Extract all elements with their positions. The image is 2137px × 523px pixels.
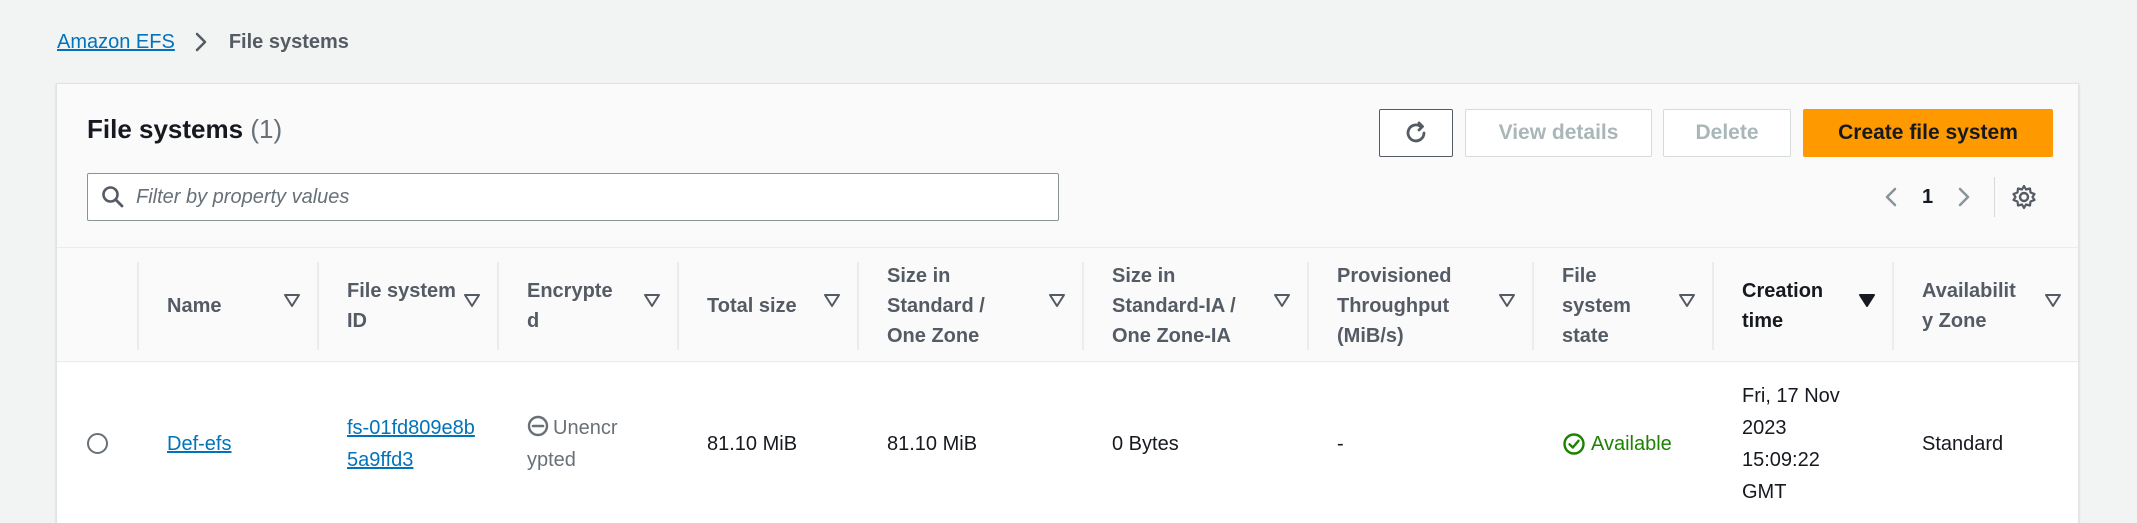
panel-title-count: (1) <box>250 114 283 144</box>
panel-title: File systems (1) <box>87 114 282 145</box>
sort-caret-icon <box>1274 294 1290 307</box>
sort-caret-icon <box>644 294 660 307</box>
cell-encrypted: Unencrypted <box>497 363 677 523</box>
cell-name: Def-efs <box>137 363 317 523</box>
column-divider <box>1532 262 1534 350</box>
breadcrumb-amazon-efs-link[interactable]: Amazon EFS <box>57 31 175 54</box>
cell-size-standard: 81.10 MiB <box>887 432 978 455</box>
row-select-cell <box>57 363 137 523</box>
column-divider <box>1307 262 1309 350</box>
column-header-total-size[interactable]: Total size <box>677 248 857 363</box>
pagination: 1 <box>1877 177 2039 217</box>
status-badge: Available <box>1532 428 1672 460</box>
cell-provisioned-throughput: - <box>1337 432 1344 455</box>
sort-caret-icon <box>284 294 300 307</box>
column-divider <box>317 262 319 350</box>
column-header-name[interactable]: Name <box>137 248 317 363</box>
column-divider <box>497 262 499 350</box>
cell-creation-time: Fri, 17 Nov 2023 15:09:22 GMT <box>1742 384 1840 503</box>
view-details-button[interactable]: View details <box>1465 109 1652 157</box>
refresh-icon <box>1406 121 1426 143</box>
cell-file-system-id: fs-01fd809e8b5a9ffd3 <box>317 363 497 523</box>
cell-file-system-state: Available <box>1532 363 1712 523</box>
sort-caret-icon <box>1049 294 1065 307</box>
delete-button[interactable]: Delete <box>1663 109 1791 157</box>
sort-descending-icon <box>1859 294 1875 307</box>
column-divider <box>137 262 139 350</box>
column-header-provisioned-throughput[interactable]: Provisioned Throughput (MiB/s) <box>1307 248 1532 363</box>
cell-size-ia: 0 Bytes <box>1112 432 1179 455</box>
sort-caret-icon <box>1679 294 1695 307</box>
filter-input[interactable] <box>136 185 1058 209</box>
column-header-file-system-id[interactable]: File system ID <box>317 248 497 363</box>
cell-availability-zone: Standard <box>1922 432 2004 455</box>
sort-caret-icon <box>2045 294 2061 307</box>
column-header-file-system-state[interactable]: File system state <box>1532 248 1712 363</box>
panel-header: File systems (1) View details Delete Cre… <box>57 84 2078 247</box>
sort-caret-icon <box>824 294 840 307</box>
breadcrumb-current: File systems <box>228 30 349 53</box>
column-header-size-ia[interactable]: Size in Standard-IA / One Zone-IA <box>1082 248 1307 363</box>
gear-icon[interactable] <box>2009 182 2039 212</box>
column-header-encrypted[interactable]: Encrypted <box>497 248 677 363</box>
filter-search-box <box>87 173 1059 221</box>
row-select-radio[interactable] <box>87 433 108 454</box>
table-row[interactable]: Def-efs fs-01fd809e8b5a9ffd3 Unencrypted… <box>57 363 2078 523</box>
create-file-system-button[interactable]: Create file system <box>1803 109 2053 157</box>
file-system-id-link[interactable]: fs-01fd809e8b5a9ffd3 <box>347 417 475 471</box>
column-divider <box>1082 262 1084 350</box>
column-divider <box>857 262 859 350</box>
chevron-left-icon[interactable] <box>1877 182 1907 212</box>
file-system-name-link[interactable]: Def-efs <box>167 433 231 455</box>
pagination-divider <box>1994 177 1996 217</box>
column-header-creation-time[interactable]: Creation time <box>1712 248 1892 363</box>
column-divider <box>1712 262 1714 350</box>
chevron-right-icon[interactable] <box>1948 182 1978 212</box>
column-divider <box>1892 262 1894 350</box>
column-header-availability-zone[interactable]: Availability Zone <box>1892 248 2078 363</box>
breadcrumb: Amazon EFS File systems <box>57 30 349 54</box>
sort-caret-icon <box>1499 294 1515 307</box>
cell-total-size: 81.10 MiB <box>707 432 798 455</box>
page-number[interactable]: 1 <box>1922 186 1933 209</box>
status-success-icon <box>1563 432 1585 455</box>
status-stopped-icon <box>527 415 549 436</box>
panel-title-text: File systems <box>87 114 244 144</box>
column-divider <box>677 262 679 350</box>
file-systems-panel: File systems (1) View details Delete Cre… <box>56 83 2079 523</box>
refresh-button[interactable] <box>1379 109 1453 157</box>
sort-caret-icon <box>464 294 480 307</box>
table-header: Name File system ID Encrypted Total size… <box>57 247 2078 362</box>
column-header-size-standard[interactable]: Size in Standard / One Zone <box>857 248 1082 363</box>
search-icon <box>100 184 126 210</box>
chevron-right-icon <box>189 30 213 54</box>
